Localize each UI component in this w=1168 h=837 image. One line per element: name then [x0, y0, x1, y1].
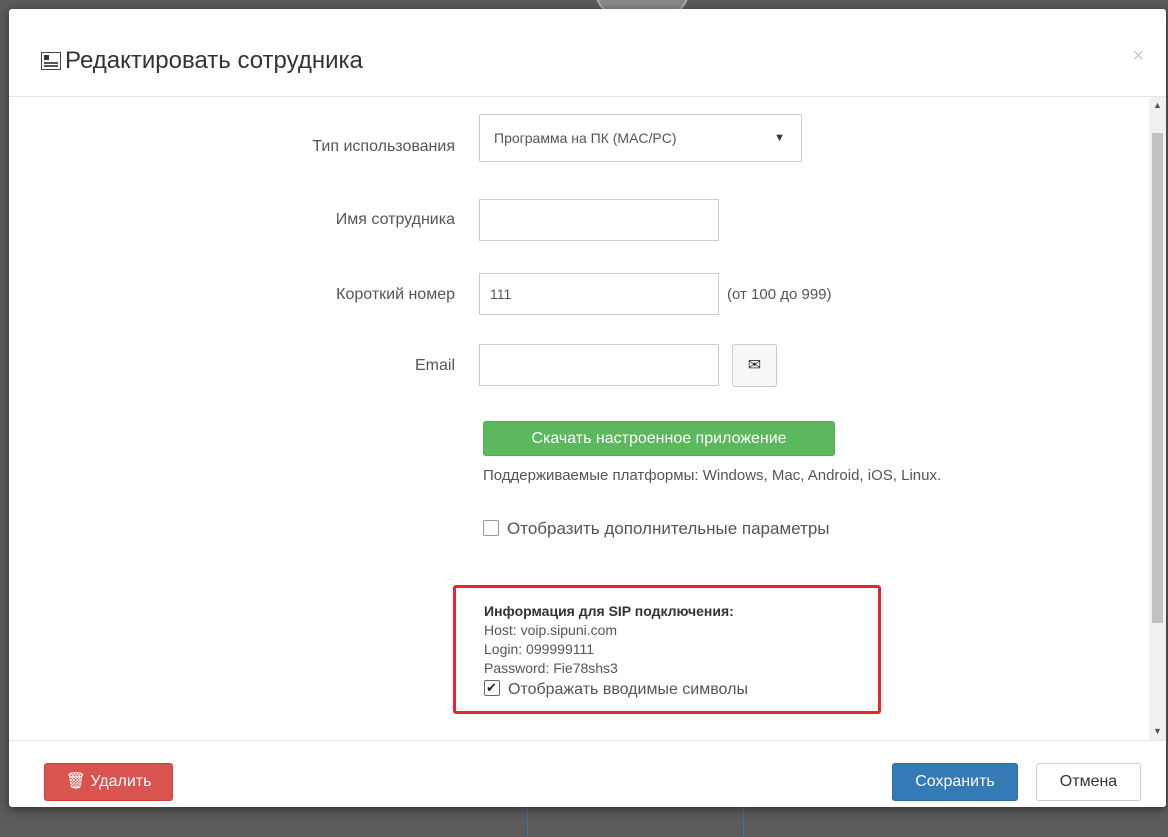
- usage-type-value: Программа на ПК (MAC/PC): [494, 130, 677, 146]
- delete-label: Удалить: [90, 773, 152, 790]
- send-email-button[interactable]: ✉: [732, 344, 777, 387]
- employee-card-icon: [41, 52, 61, 70]
- envelope-icon: ✉: [747, 357, 762, 374]
- show-chars-label: Отображать вводимые символы: [508, 681, 748, 698]
- dialog-footer: 🗑 Удалить Сохранить Отмена: [9, 740, 1166, 807]
- email-input[interactable]: [479, 344, 719, 386]
- trash-icon: 🗑: [65, 773, 86, 790]
- short-number-input[interactable]: 111: [479, 273, 719, 315]
- short-number-label: Короткий номер: [336, 286, 455, 303]
- dialog-body: Тип использования Программа на ПК (MAC/P…: [9, 97, 1166, 740]
- show-chars-option[interactable]: Отображать вводимые символы: [484, 678, 878, 699]
- dialog-header: Редактировать сотрудника ×: [9, 9, 1166, 97]
- sip-info-title: Информация для SIP подключения:: [484, 603, 734, 619]
- scroll-thumb[interactable]: [1152, 133, 1163, 623]
- delete-button[interactable]: 🗑 Удалить: [44, 763, 173, 801]
- dialog-scrollbar[interactable]: ▲ ▼: [1149, 97, 1166, 740]
- backdrop-line: [527, 808, 528, 837]
- supported-platforms-text: Поддерживаемые платформы: Windows, Mac, …: [483, 467, 942, 484]
- edit-employee-dialog: Редактировать сотрудника × Тип использов…: [9, 9, 1166, 807]
- sip-password: Password: Fie78shs3: [484, 660, 618, 676]
- employee-name-label: Имя сотрудника: [335, 211, 455, 228]
- dropdown-caret-icon: ▼: [774, 132, 785, 144]
- dialog-title: Редактировать сотрудника: [65, 47, 363, 74]
- save-button[interactable]: Сохранить: [892, 763, 1018, 801]
- close-icon[interactable]: ×: [1132, 45, 1144, 68]
- email-label: Email: [414, 357, 455, 374]
- sip-host: Host: voip.sipuni.com: [484, 622, 618, 638]
- sip-info-box: Информация для SIP подключения: Host: vo…: [453, 585, 881, 714]
- cancel-button[interactable]: Отмена: [1036, 763, 1141, 801]
- employee-name-input[interactable]: [479, 199, 719, 241]
- short-number-hint: (от 100 до 999): [727, 286, 832, 303]
- usage-type-select[interactable]: Программа на ПК (MAC/PC) ▼: [479, 114, 802, 162]
- download-app-button[interactable]: Скачать настроенное приложение: [483, 421, 835, 456]
- backdrop-line: [743, 808, 744, 837]
- scroll-down-arrow-icon[interactable]: ▼: [1149, 723, 1166, 740]
- show-chars-checkbox[interactable]: [484, 678, 500, 697]
- sip-login: Login: 099999111: [484, 641, 595, 657]
- advanced-params-label: Отобразить дополнительные параметры: [507, 519, 830, 538]
- usage-type-label: Тип использования: [312, 138, 455, 155]
- scroll-up-arrow-icon[interactable]: ▲: [1149, 97, 1166, 114]
- advanced-params-option[interactable]: Отобразить дополнительные параметры: [483, 519, 830, 539]
- advanced-params-checkbox[interactable]: [483, 520, 499, 536]
